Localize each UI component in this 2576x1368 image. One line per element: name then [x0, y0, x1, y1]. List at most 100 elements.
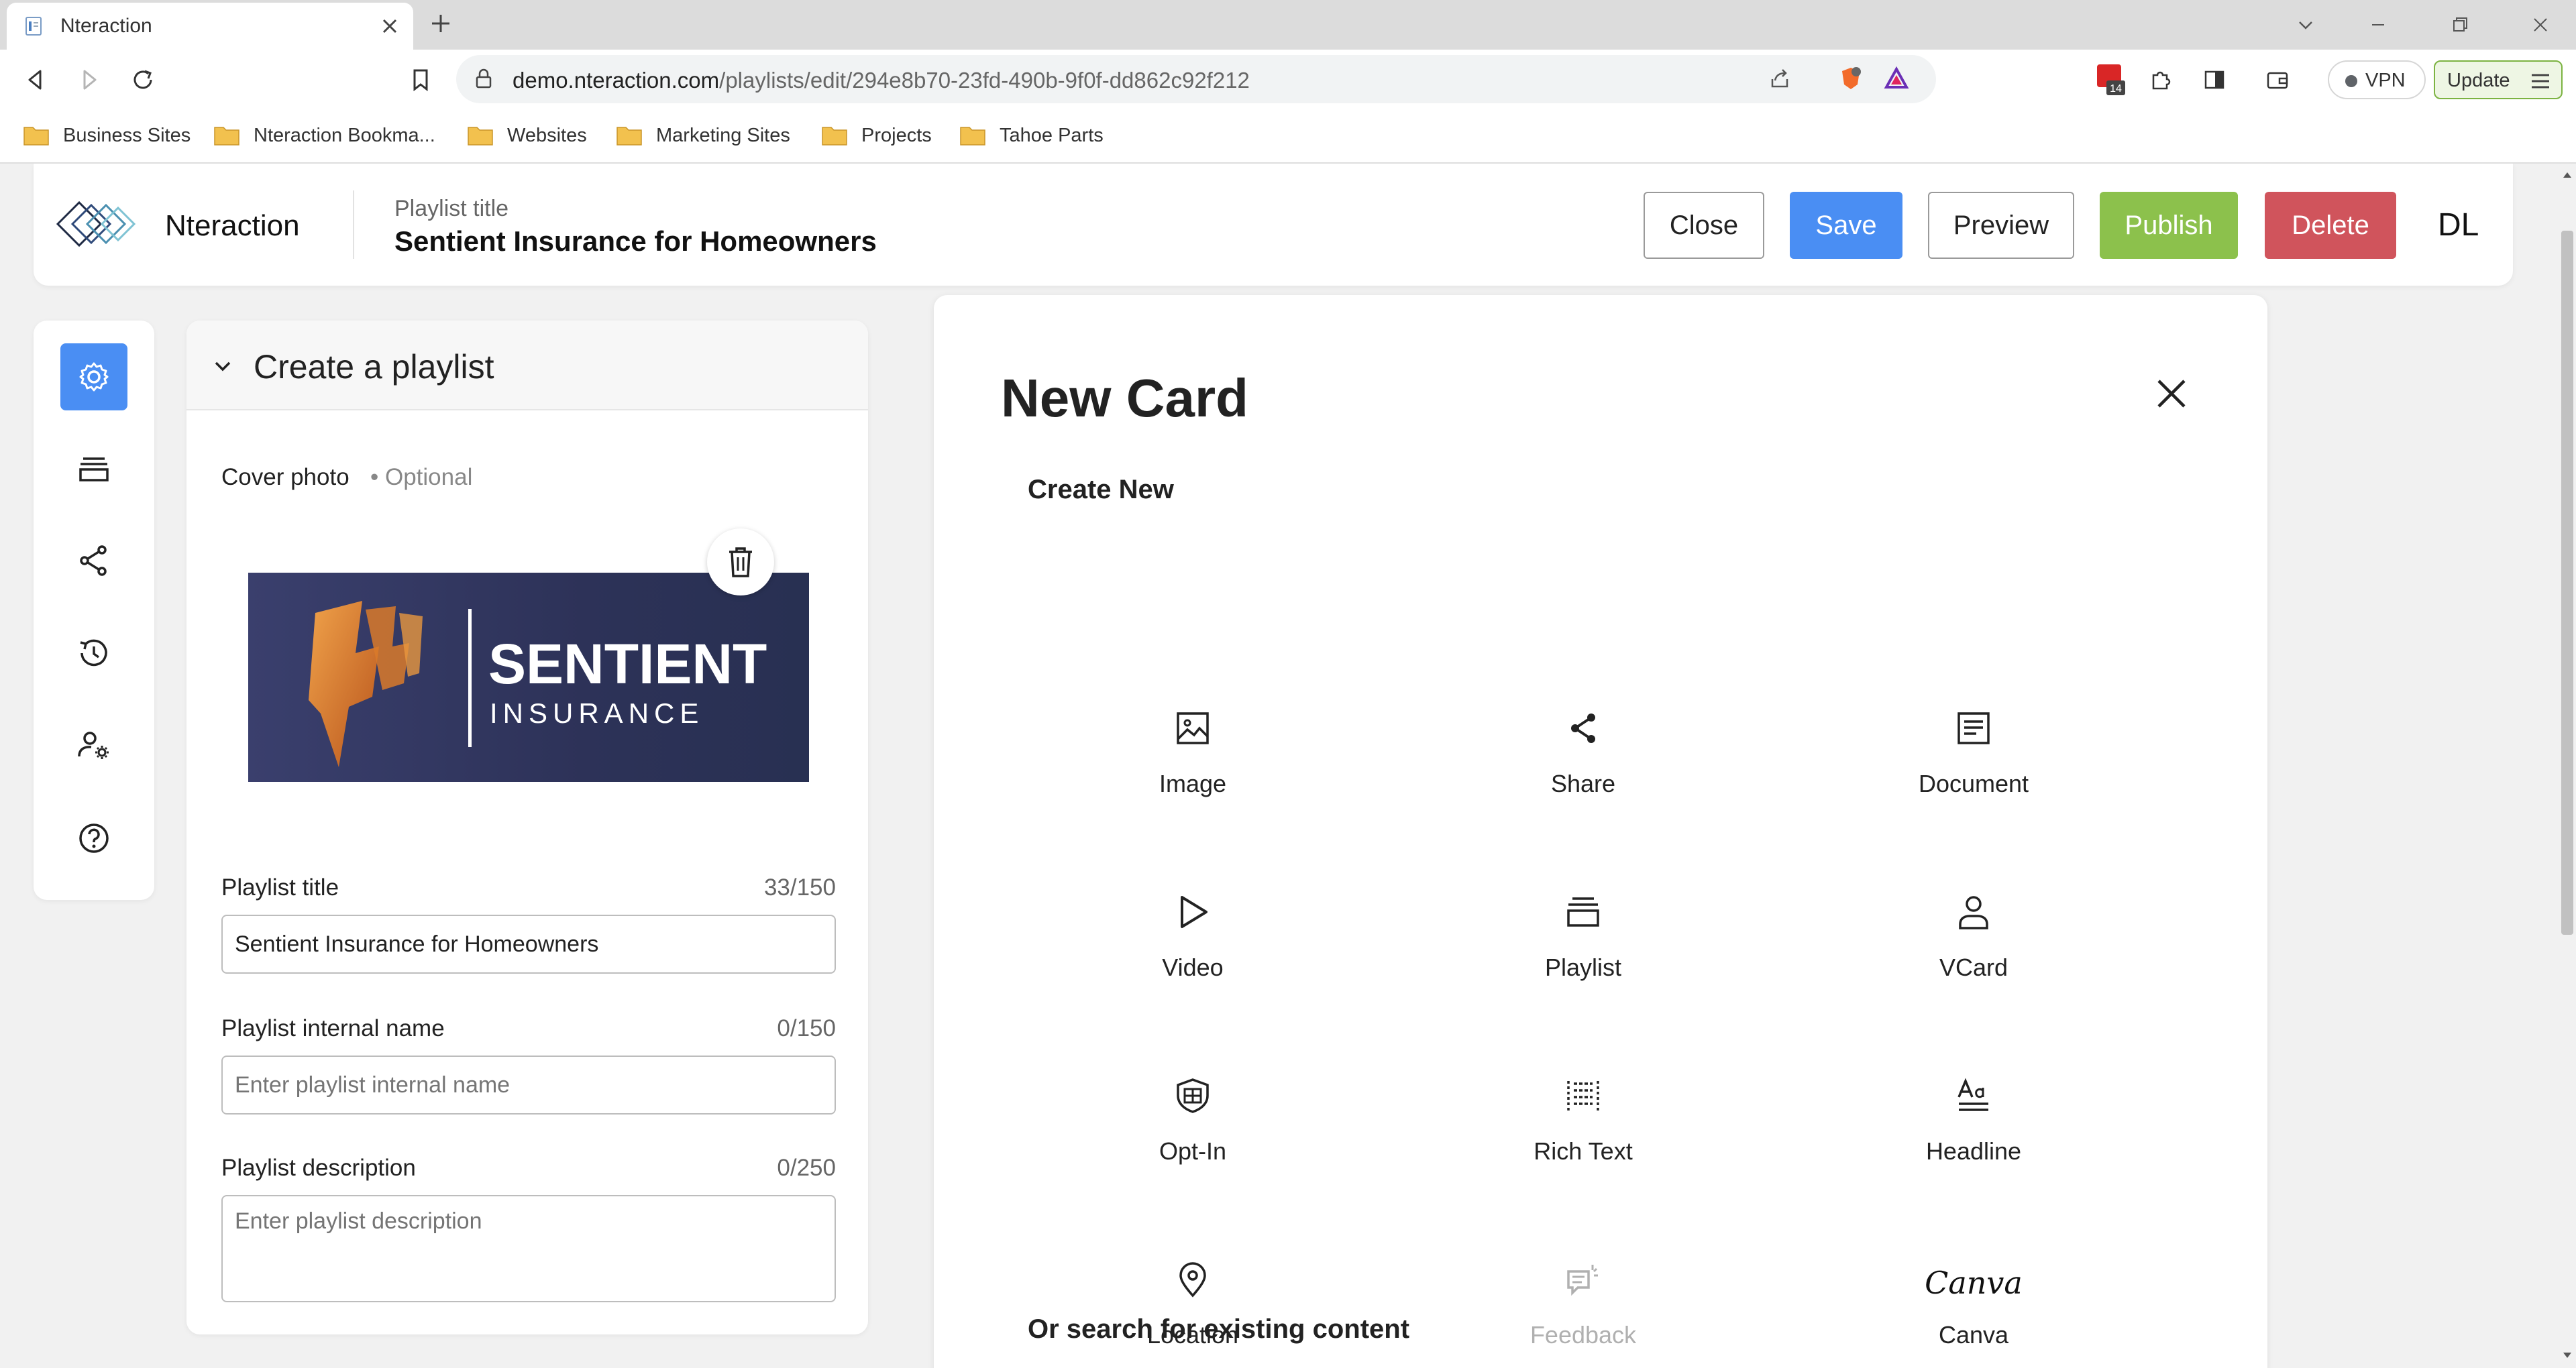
- help-icon: [79, 823, 109, 853]
- card-option-rich-text[interactable]: Rich Text: [1442, 1064, 1724, 1198]
- history-icon: [80, 639, 107, 667]
- card-option-feedback: Feedback: [1442, 1247, 1724, 1368]
- rail-item-history[interactable]: [60, 620, 127, 687]
- reload-icon[interactable]: [130, 67, 156, 93]
- bookmark-folder[interactable]: Projects: [821, 122, 932, 149]
- brave-shield-icon[interactable]: [1838, 66, 1864, 91]
- card-option-vcard[interactable]: VCard: [1833, 880, 2114, 1014]
- cover-brand-sub: INSURANCE: [490, 697, 704, 729]
- brave-rewards-icon[interactable]: [1884, 66, 1909, 91]
- minimize-icon[interactable]: [2367, 13, 2390, 36]
- close-icon[interactable]: [2155, 377, 2188, 410]
- play-icon: [1181, 896, 1208, 928]
- user-settings-icon: [78, 732, 109, 759]
- extensions-puzzle-icon[interactable]: [2148, 67, 2174, 93]
- opt-in-icon: [1177, 1078, 1209, 1113]
- sentient-insurance-logo: SENTIENT INSURANCE: [309, 601, 767, 767]
- browser-tab-strip: Nteraction: [0, 0, 2576, 50]
- cover-photo[interactable]: SENTIENT INSURANCE: [248, 573, 809, 782]
- browser-toolbar: demo.nteraction.com/playlists/edit/294e8…: [0, 50, 2576, 110]
- playlist-title-input[interactable]: [221, 915, 836, 974]
- card-option-label: Share: [1550, 770, 1616, 797]
- folder-icon: [616, 127, 642, 146]
- cover-photo-label: Cover photo: [221, 464, 350, 490]
- image-icon: [1177, 712, 1209, 744]
- rail-item-user-settings[interactable]: [60, 712, 127, 779]
- vpn-status-icon: [2345, 75, 2357, 87]
- bookmark-folder[interactable]: Marketing Sites: [616, 122, 790, 149]
- delete-cover-button[interactable]: [707, 528, 774, 595]
- nteraction-logo-icon: [56, 201, 136, 247]
- folder-icon: [468, 127, 493, 146]
- playlist-icon: [1567, 897, 1599, 927]
- trash-icon: [729, 547, 752, 577]
- card-option-label: Canva: [1938, 1321, 2009, 1349]
- update-button[interactable]: Update: [2434, 60, 2563, 99]
- sidebar-toggle-icon[interactable]: [2202, 67, 2227, 93]
- extension-badge-icon[interactable]: 14: [2096, 63, 2127, 97]
- description-field-label: Playlist description: [221, 1155, 416, 1181]
- rail-item-settings[interactable]: [60, 343, 127, 410]
- rich-text-icon: [1567, 1081, 1599, 1110]
- description-textarea[interactable]: [221, 1195, 836, 1302]
- bookmark-folder[interactable]: Tahoe Parts: [959, 122, 1104, 149]
- new-card-modal: New Card Create New Image Share Document…: [934, 295, 2267, 1368]
- brand-name: Nteraction: [165, 209, 300, 242]
- wallet-icon[interactable]: [2265, 67, 2290, 93]
- publish-button[interactable]: Publish: [2100, 192, 2238, 259]
- rail-item-playlist[interactable]: [60, 435, 127, 502]
- delete-button[interactable]: Delete: [2265, 192, 2396, 259]
- menu-icon: [2532, 74, 2549, 89]
- panel-header[interactable]: Create a playlist: [186, 321, 868, 410]
- card-option-headline[interactable]: Headline: [1833, 1064, 2114, 1198]
- bookmark-label: Nteraction Bookma...: [254, 124, 435, 146]
- tab-search-chevron-icon[interactable]: [2294, 13, 2317, 36]
- close-button[interactable]: Close: [1644, 192, 1764, 259]
- browser-tab[interactable]: Nteraction: [7, 3, 413, 50]
- card-option-image[interactable]: Image: [1052, 696, 1334, 830]
- bookmark-folder[interactable]: Business Sites: [23, 122, 191, 149]
- rail-item-share[interactable]: [60, 527, 127, 594]
- close-tab-icon[interactable]: [381, 17, 398, 35]
- card-option-share[interactable]: Share: [1442, 696, 1724, 830]
- playlist-title-char-count: 33/150: [763, 874, 836, 901]
- save-button[interactable]: Save: [1790, 192, 1902, 259]
- playlist-icon: [79, 457, 109, 481]
- cover-brand-name: SENTIENT: [488, 632, 767, 695]
- create-playlist-panel: Create a playlist Cover photo • Optional…: [186, 321, 868, 1334]
- share-page-icon[interactable]: [1767, 66, 1792, 91]
- bookmark-folder[interactable]: Websites: [467, 122, 587, 149]
- user-avatar[interactable]: DL: [2438, 207, 2479, 243]
- new-tab-icon[interactable]: [429, 12, 452, 35]
- card-option-canva[interactable]: Canva Canva: [1833, 1247, 2114, 1368]
- bookmark-folder[interactable]: Nteraction Bookma...: [213, 122, 435, 149]
- card-option-document[interactable]: Document: [1833, 696, 2114, 830]
- page-favicon-icon: [25, 17, 42, 36]
- address-bar[interactable]: demo.nteraction.com/playlists/edit/294e8…: [456, 55, 1936, 103]
- forward-icon[interactable]: [76, 67, 102, 93]
- vpn-button[interactable]: VPN: [2328, 60, 2426, 99]
- extension-badge-count: 14: [2110, 83, 2122, 95]
- internal-name-input[interactable]: [221, 1056, 836, 1115]
- restore-icon[interactable]: [2449, 13, 2471, 36]
- window-close-icon[interactable]: [2529, 13, 2552, 36]
- rail-item-help[interactable]: [60, 805, 127, 872]
- card-option-video[interactable]: Video: [1052, 880, 1334, 1014]
- page-viewport: Nteraction Playlist title Sentient Insur…: [0, 164, 2559, 1368]
- bookmark-icon[interactable]: [408, 67, 433, 93]
- internal-name-field-label: Playlist internal name: [221, 1015, 445, 1041]
- bookmark-label: Projects: [861, 124, 932, 146]
- page-scrollbar[interactable]: [2559, 164, 2576, 1368]
- gear-icon: [79, 362, 109, 392]
- back-icon[interactable]: [23, 67, 48, 93]
- bookmark-label: Websites: [507, 124, 587, 146]
- preview-button[interactable]: Preview: [1928, 192, 2074, 259]
- card-option-playlist[interactable]: Playlist: [1442, 880, 1724, 1014]
- card-option-label: Document: [1918, 770, 2029, 797]
- card-option-opt-in[interactable]: Opt-In: [1052, 1064, 1334, 1198]
- scroll-up-arrow-icon[interactable]: [2563, 172, 2572, 178]
- scroll-down-arrow-icon[interactable]: [2563, 1352, 2572, 1359]
- tab-title: Nteraction: [60, 15, 152, 37]
- card-option-location[interactable]: Location: [1052, 1247, 1334, 1368]
- scrollbar-thumb[interactable]: [2561, 231, 2573, 935]
